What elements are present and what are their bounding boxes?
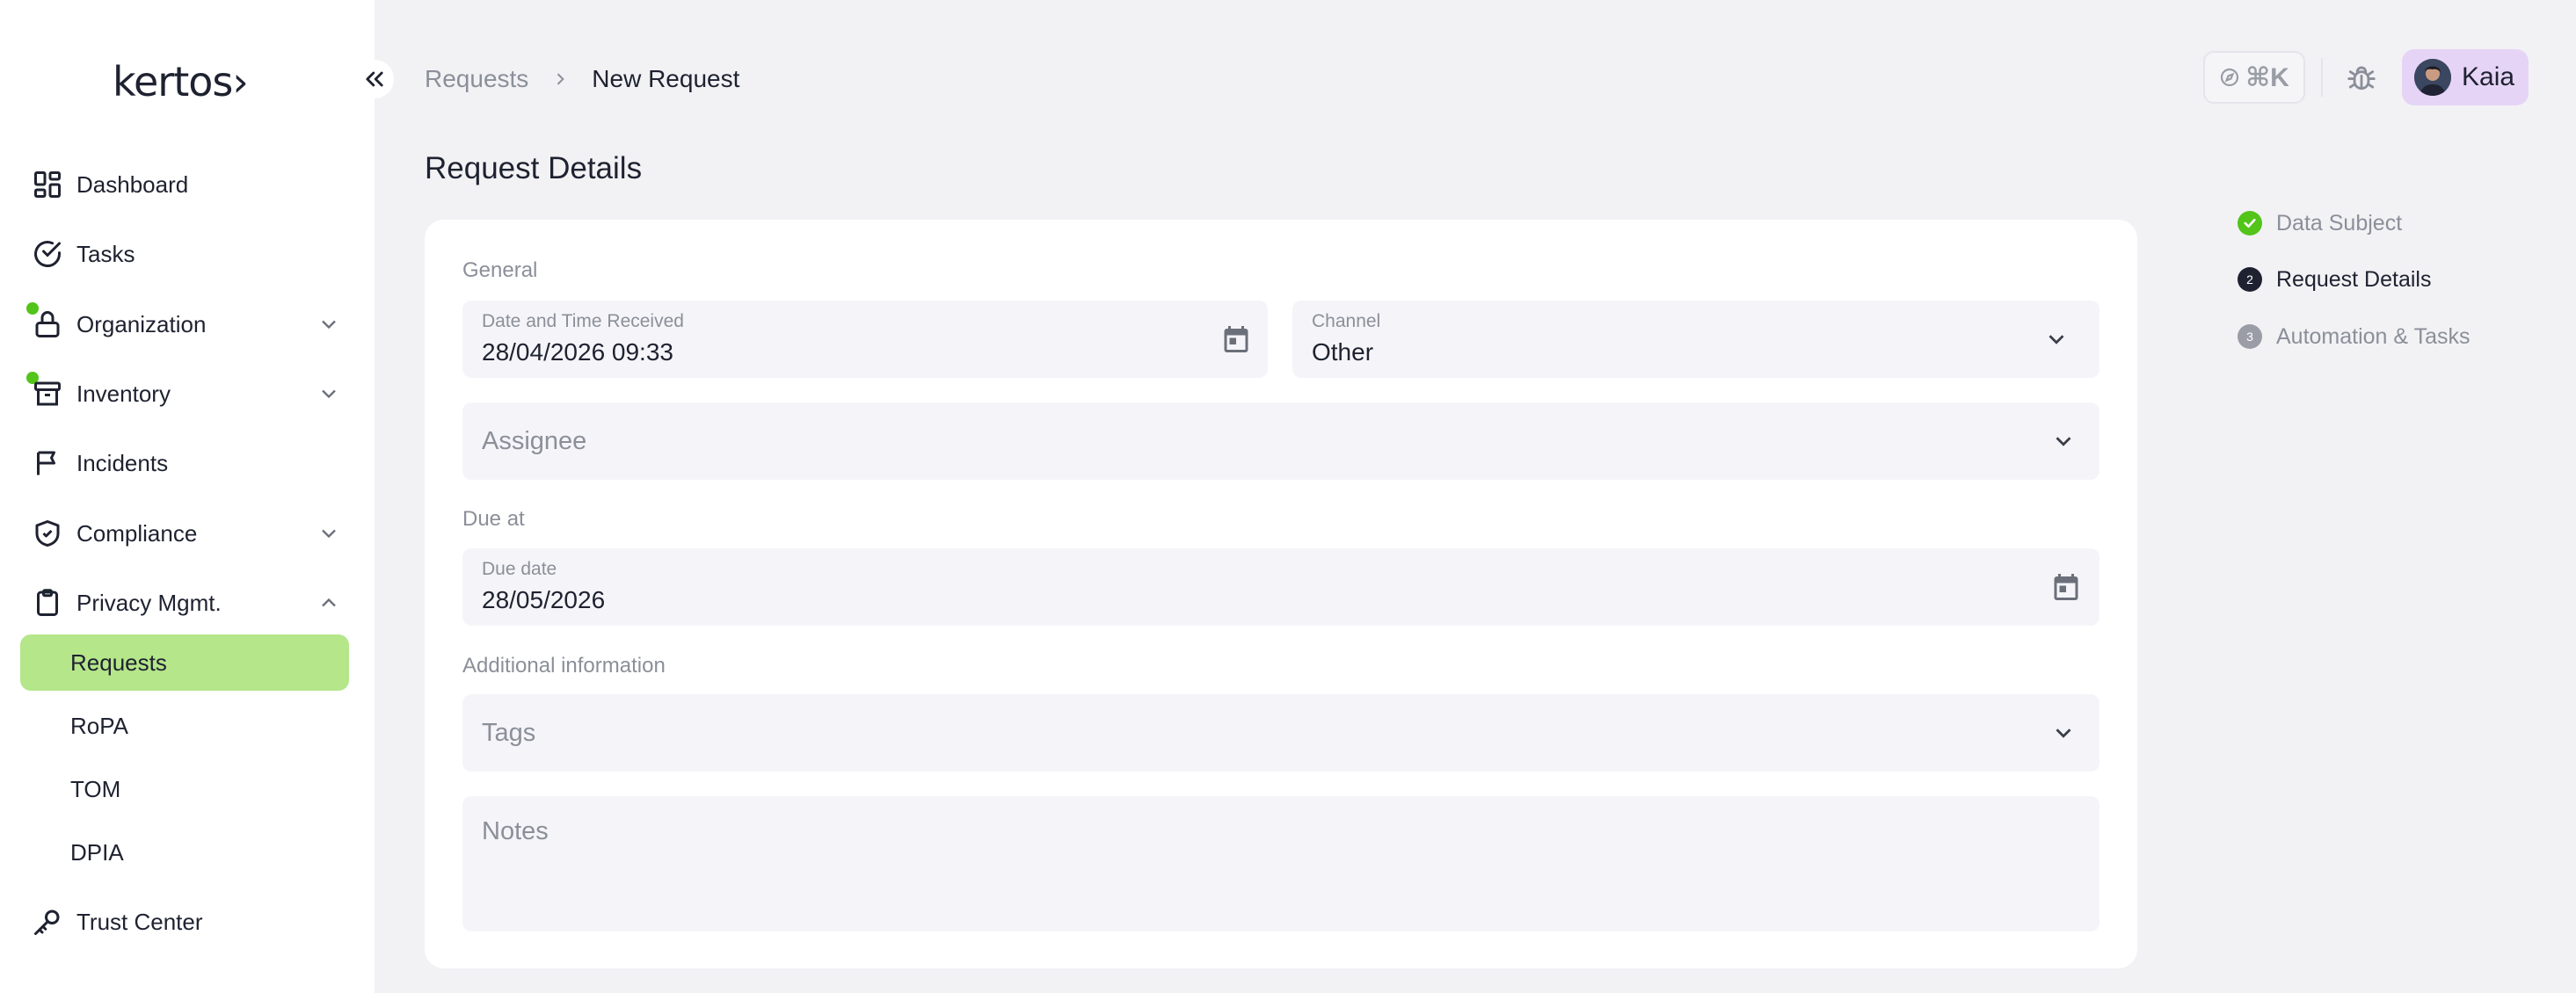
section-label-due-at: Due at xyxy=(462,507,525,531)
sidebar-item-label: Trust Center xyxy=(76,908,203,935)
breadcrumb-current: New Request xyxy=(592,65,740,92)
field-value: 28/04/2026 09:33 xyxy=(482,338,673,366)
sidebar-item-label: Compliance xyxy=(76,519,198,547)
sidebar: kertos› Dashboard Tasks Organization Inv… xyxy=(0,0,375,993)
user-menu[interactable]: Kaia xyxy=(2402,49,2529,105)
section-label-general: General xyxy=(462,258,538,282)
field-value: Other xyxy=(1312,338,1374,366)
avatar xyxy=(2414,59,2451,96)
flag-icon xyxy=(32,447,63,479)
field-placeholder: Notes xyxy=(482,817,549,845)
check-circle-icon xyxy=(2238,211,2262,236)
assignee-select[interactable]: Assignee xyxy=(462,402,2099,480)
archive-icon xyxy=(32,378,63,410)
bug-icon xyxy=(2345,61,2378,94)
calendar-icon[interactable] xyxy=(2050,548,2082,626)
sidebar-subitem-label: TOM xyxy=(70,775,121,802)
field-caption: Channel xyxy=(1312,311,1381,331)
shortcut-label: ⌘K xyxy=(2245,62,2289,92)
sidebar-item-privacy-mgmt[interactable]: Privacy Mgmt. xyxy=(0,575,375,631)
field-caption: Due date xyxy=(482,559,557,579)
compass-icon xyxy=(2219,67,2240,88)
sidebar-item-label: Dashboard xyxy=(76,170,189,198)
step-label: Automation & Tasks xyxy=(2276,323,2470,349)
sidebar-subitem-tom[interactable]: TOM xyxy=(20,761,349,817)
sidebar-item-compliance[interactable]: Compliance xyxy=(0,505,375,562)
sidebar-subitem-label: DPIA xyxy=(70,838,124,866)
sidebar-item-label: Tasks xyxy=(76,240,135,267)
sidebar-item-incidents[interactable]: Incidents xyxy=(0,435,375,491)
report-bug-button[interactable] xyxy=(2342,56,2381,98)
step-number: 3 xyxy=(2238,324,2262,349)
sidebar-item-dashboard[interactable]: Dashboard xyxy=(0,156,375,213)
chevron-down-icon[interactable] xyxy=(317,381,341,406)
chevron-down-icon xyxy=(2050,402,2077,480)
sidebar-subitem-ropa[interactable]: RoPA xyxy=(20,698,349,754)
key-icon xyxy=(32,906,63,938)
kertos-logo[interactable]: kertos› xyxy=(113,58,249,105)
sidebar-item-label: Organization xyxy=(76,310,207,337)
chevron-down-icon xyxy=(2043,301,2070,378)
field-placeholder: Assignee xyxy=(482,426,587,455)
sidebar-subitem-dpia[interactable]: DPIA xyxy=(20,824,349,881)
chevron-down-icon xyxy=(2050,694,2077,772)
chevron-down-icon[interactable] xyxy=(317,521,341,546)
page-title: Request Details xyxy=(425,151,643,185)
step-number: 2 xyxy=(2238,267,2262,292)
chevron-right-icon xyxy=(551,70,569,88)
sidebar-item-label: Inventory xyxy=(76,380,171,407)
step-automation-tasks[interactable]: 3 Automation & Tasks xyxy=(2238,323,2470,351)
tags-select[interactable]: Tags xyxy=(462,694,2099,772)
sidebar-item-trust-center[interactable]: Trust Center xyxy=(0,894,375,950)
sidebar-item-label: Incidents xyxy=(76,449,169,476)
field-placeholder: Tags xyxy=(482,718,536,747)
dashboard-icon xyxy=(32,169,63,200)
request-details-card: General Date and Time Received 28/04/202… xyxy=(425,220,2137,968)
sidebar-subitem-label: Requests xyxy=(70,649,167,676)
notes-textarea[interactable]: Notes xyxy=(462,796,2099,931)
breadcrumb: Requests New Request xyxy=(425,62,739,97)
due-date-field[interactable]: Due date 28/05/2026 xyxy=(462,548,2099,626)
clipboard-icon xyxy=(32,587,63,619)
sidebar-subitem-label: RoPA xyxy=(70,712,128,739)
breadcrumb-requests-link[interactable]: Requests xyxy=(425,65,528,93)
step-label: Data Subject xyxy=(2276,210,2403,236)
check-circle-icon xyxy=(32,238,63,270)
lock-icon xyxy=(32,308,63,340)
chevron-down-icon[interactable] xyxy=(317,312,341,337)
section-label-additional-information: Additional information xyxy=(462,654,666,678)
step-label: Request Details xyxy=(2276,266,2432,292)
collapse-sidebar-button[interactable] xyxy=(355,60,394,98)
date-received-field[interactable]: Date and Time Received 28/04/2026 09:33 xyxy=(462,301,1268,378)
field-caption: Date and Time Received xyxy=(482,311,684,331)
channel-select[interactable]: Channel Other xyxy=(1292,301,2099,378)
step-data-subject[interactable]: Data Subject xyxy=(2238,209,2402,237)
shield-check-icon xyxy=(32,518,63,549)
calendar-icon[interactable] xyxy=(1220,301,1252,378)
sidebar-item-organization[interactable]: Organization xyxy=(0,296,375,352)
divider xyxy=(2321,58,2323,97)
sidebar-item-label: Privacy Mgmt. xyxy=(76,589,222,616)
step-request-details[interactable]: 2 Request Details xyxy=(2238,265,2431,294)
user-name: Kaia xyxy=(2462,62,2515,91)
sidebar-item-inventory[interactable]: Inventory xyxy=(0,366,375,422)
command-palette-button[interactable]: ⌘K xyxy=(2203,51,2305,104)
sidebar-subitem-requests[interactable]: Requests xyxy=(20,634,349,691)
sidebar-item-tasks[interactable]: Tasks xyxy=(0,226,375,282)
field-value: 28/05/2026 xyxy=(482,586,606,613)
chevron-up-icon[interactable] xyxy=(317,591,341,615)
chevrons-left-icon xyxy=(362,67,387,91)
